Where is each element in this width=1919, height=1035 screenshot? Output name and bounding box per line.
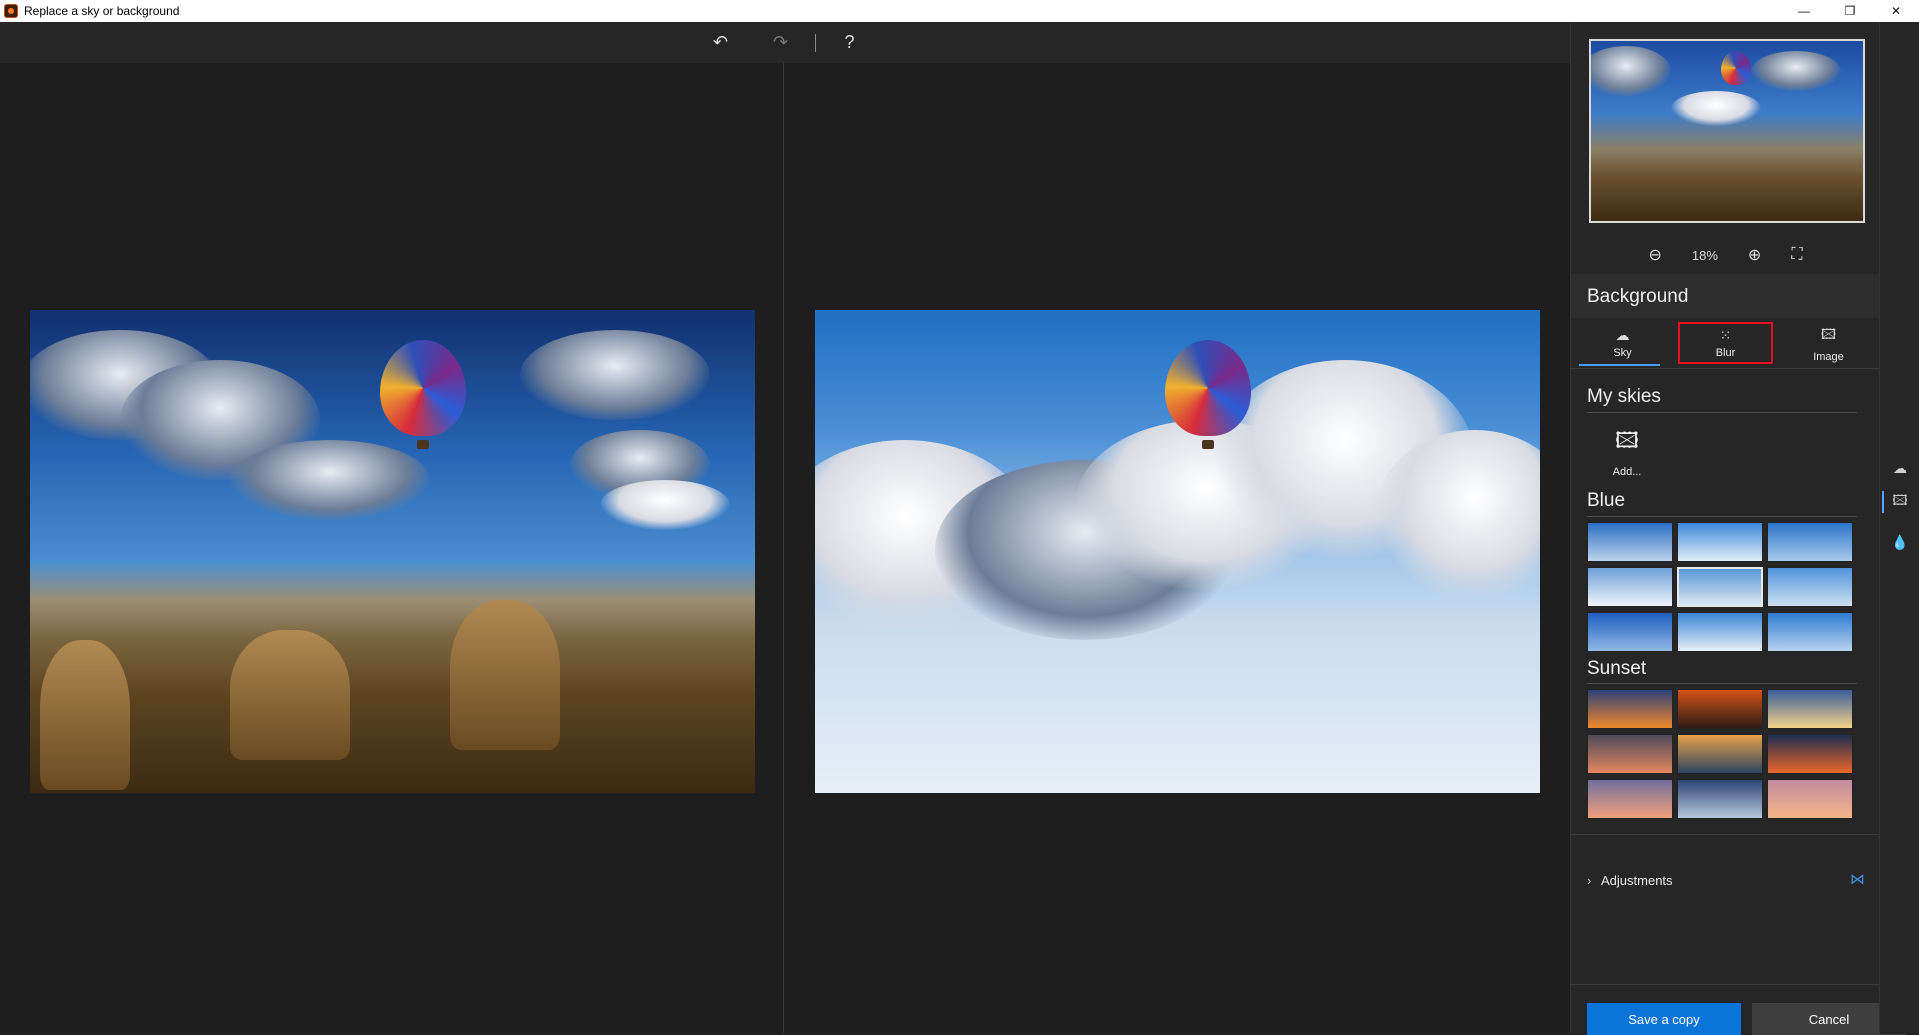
- hot-air-balloon: [1165, 340, 1251, 436]
- cloud: [230, 440, 430, 520]
- cloud: [520, 330, 710, 420]
- zoom-in-icon[interactable]: ⊕: [1748, 245, 1761, 265]
- right-panel: ⊖ 18% ⊕ ⛶ Background ☁ Sky ⁙ Blur 🖾 Imag…: [1570, 22, 1906, 1035]
- color-drop-icon[interactable]: 💧: [1890, 532, 1910, 552]
- blue-sky-thumbnail[interactable]: [1767, 522, 1853, 562]
- edited-photo: [815, 310, 1540, 793]
- add-image-icon: 🖾: [1615, 428, 1639, 453]
- tool-rail: ☁ 🖾 💧: [1879, 22, 1919, 1034]
- blue-sky-grid: [1587, 522, 1855, 652]
- add-label: Add...: [1612, 466, 1642, 478]
- blue-sky-thumbnail[interactable]: [1587, 612, 1673, 652]
- top-toolbar: ↶ ↷ ?: [0, 22, 1570, 63]
- help-button[interactable]: ?: [820, 22, 880, 63]
- blue-sky-thumbnail[interactable]: [1587, 567, 1673, 607]
- cloud: [1671, 91, 1761, 126]
- sunset-sky-thumbnail[interactable]: [1767, 779, 1853, 819]
- divider: [1587, 516, 1857, 517]
- blue-title: Blue: [1587, 490, 1626, 511]
- close-button[interactable]: ✕: [1873, 0, 1919, 22]
- tab-blur[interactable]: ⁙ Blur: [1674, 318, 1777, 368]
- compare-icon[interactable]: ⋈: [1850, 870, 1865, 888]
- adjustments-label: Adjustments: [1601, 872, 1673, 888]
- zoom-controls: ⊖ 18% ⊕ ⛶: [1571, 240, 1880, 270]
- chevron-right-icon: ›: [1587, 872, 1592, 888]
- sunset-sky-grid: [1587, 689, 1855, 819]
- toolbar-separator: [814, 33, 816, 52]
- background-tabs: ☁ Sky ⁙ Blur 🖾 Image: [1571, 318, 1880, 368]
- window-title: Replace a sky or background: [24, 4, 180, 18]
- balloon-basket: [417, 440, 429, 449]
- hot-air-balloon: [380, 340, 466, 436]
- fit-to-screen-icon[interactable]: ⛶: [1791, 246, 1802, 264]
- sunset-sky-thumbnail[interactable]: [1677, 689, 1763, 729]
- rock-formation: [450, 600, 560, 750]
- my-skies-title: My skies: [1587, 386, 1661, 407]
- tab-label: Sky: [1613, 347, 1632, 359]
- sunset-sky-thumbnail[interactable]: [1587, 734, 1673, 774]
- add-sky-button[interactable]: 🖾 Add...: [1599, 424, 1655, 484]
- tab-label: Image: [1813, 350, 1844, 363]
- sunset-sky-thumbnail[interactable]: [1677, 779, 1763, 819]
- sunset-sky-thumbnail[interactable]: [1767, 734, 1853, 774]
- blue-sky-thumbnail[interactable]: [1677, 522, 1763, 562]
- title-bar: Replace a sky or background — ❐ ✕: [0, 0, 1919, 22]
- blue-sky-thumbnail[interactable]: [1677, 612, 1763, 652]
- compare-divider[interactable]: [783, 63, 784, 1034]
- hot-air-balloon: [1721, 51, 1751, 85]
- undo-icon[interactable]: ↶: [691, 22, 751, 63]
- zoom-level: 18%: [1691, 247, 1718, 263]
- blue-sky-thumbnail[interactable]: [1767, 612, 1853, 652]
- blue-sky-thumbnail[interactable]: [1767, 567, 1853, 607]
- divider: [1587, 412, 1857, 413]
- sunset-sky-thumbnail[interactable]: [1587, 779, 1673, 819]
- window-controls: — ❐ ✕: [1781, 0, 1919, 22]
- tab-sky[interactable]: ☁ Sky: [1571, 318, 1674, 368]
- sunset-title: Sunset: [1587, 658, 1647, 679]
- minimize-button[interactable]: —: [1781, 0, 1827, 22]
- image-icon: 🖾: [1820, 325, 1837, 342]
- background-tool-icon[interactable]: 🖾: [1890, 492, 1910, 512]
- tab-image[interactable]: 🖾 Image: [1777, 318, 1880, 368]
- rock-formation: [230, 630, 350, 760]
- sunset-sky-thumbnail[interactable]: [1587, 689, 1673, 729]
- zoom-out-icon[interactable]: ⊖: [1648, 245, 1661, 265]
- divider: [1587, 683, 1857, 684]
- panel-footer: Save a copy Cancel: [1571, 984, 1906, 1035]
- active-indicator: [1882, 491, 1884, 513]
- sky-icon: ☁: [1615, 327, 1630, 343]
- redo-icon[interactable]: ↷: [751, 22, 811, 63]
- divider: [1571, 368, 1880, 369]
- cloud: [600, 480, 730, 530]
- background-title: Background: [1587, 286, 1689, 307]
- rock-formation: [40, 640, 130, 790]
- save-a-copy-button[interactable]: Save a copy: [1587, 1003, 1741, 1035]
- cloud: [1591, 46, 1671, 96]
- sunset-sky-thumbnail[interactable]: [1677, 734, 1763, 774]
- restore-button[interactable]: ❐: [1827, 0, 1873, 22]
- blur-icon: ⁙: [1719, 327, 1732, 343]
- navigator-thumbnail[interactable]: [1589, 39, 1865, 223]
- divider: [1571, 834, 1880, 835]
- blue-sky-thumbnail[interactable]: [1587, 522, 1673, 562]
- balloon-basket: [1202, 440, 1214, 449]
- background-header: Background: [1571, 274, 1880, 318]
- cloud: [1751, 51, 1841, 91]
- adjustments-expander[interactable]: › Adjustments ⋈: [1587, 870, 1865, 890]
- original-photo: [30, 310, 755, 793]
- blue-sky-thumbnail[interactable]: [1677, 567, 1763, 607]
- app-icon: [4, 4, 18, 18]
- tab-label: Blur: [1715, 347, 1736, 359]
- sky-tool-icon[interactable]: ☁: [1890, 458, 1910, 478]
- sunset-sky-thumbnail[interactable]: [1767, 689, 1853, 729]
- editor-canvas: [0, 63, 1570, 1034]
